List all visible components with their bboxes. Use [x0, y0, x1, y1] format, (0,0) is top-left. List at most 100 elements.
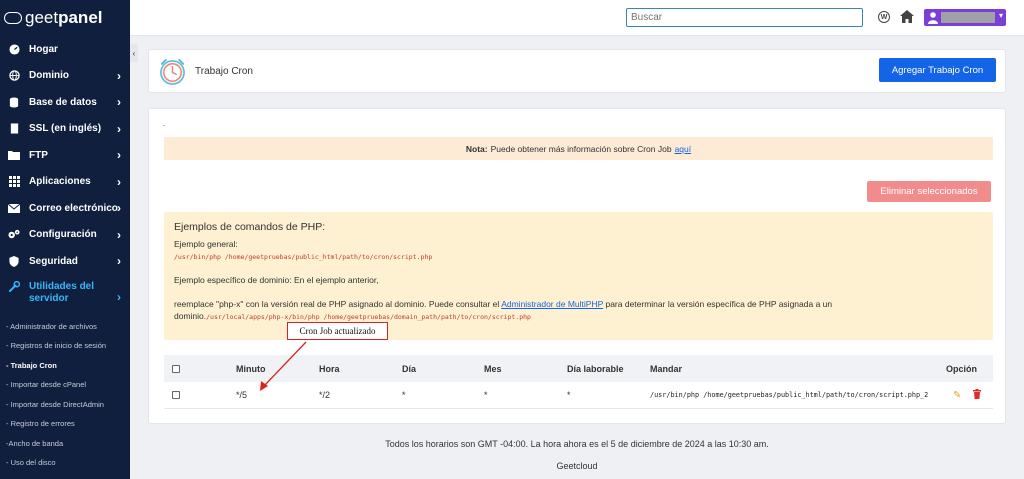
sidebar-subitem-uso-del-disco[interactable]: - Uso del disco: [6, 453, 130, 473]
sidebar-item-label: SSL (en inglés): [29, 123, 102, 135]
database-icon: [8, 97, 20, 108]
sidebar-item-configuracion[interactable]: Configuración ›: [0, 222, 130, 249]
sidebar-submenu: - Administrador de archivos - Registros …: [0, 317, 130, 473]
page-title: Trabajo Cron: [195, 66, 253, 77]
sidebar-item-ssl[interactable]: SSL (en inglés) ›: [0, 116, 130, 143]
sidebar-subitem-ancho-de-banda[interactable]: -Ancho de banda: [6, 434, 130, 454]
alarm-clock-icon: [158, 57, 187, 86]
chevron-right-icon: ›: [117, 174, 121, 189]
replace-text-1: reemplace "php-x" con la versión real de…: [174, 299, 500, 309]
timezone-footer: Todos los horarios son GMT -04:00. La ho…: [385, 439, 769, 449]
cell-day: *: [402, 390, 406, 400]
cell-hour: */2: [319, 390, 331, 400]
sidebar-subitem-importar-directadmin[interactable]: - Importar desde DirectAdmin: [6, 395, 130, 415]
home-icon[interactable]: [900, 10, 914, 24]
note-link[interactable]: aquí: [675, 144, 692, 154]
sidebar-item-label: Correo electrónico: [29, 202, 118, 214]
stray-dot: .: [163, 119, 166, 128]
chevron-right-icon: ›: [117, 121, 121, 136]
sidebar-item-label: Base de datos: [29, 96, 97, 108]
user-icon: [928, 11, 938, 24]
sidebar-item-label: Hogar: [29, 43, 58, 55]
info-note: Nota: Puede obtener más información sobr…: [164, 137, 993, 160]
replace-text-3: dominio.: [174, 311, 207, 321]
sidebar-item-aplicaciones[interactable]: Aplicaciones ›: [0, 169, 130, 196]
specific-example-code: /usr/local/apps/php-x/bin/php /home/geet…: [206, 313, 531, 321]
row-checkbox[interactable]: [172, 391, 180, 399]
sidebar-item-base-de-datos[interactable]: Base de datos ›: [0, 89, 130, 116]
delete-trash-icon[interactable]: [973, 389, 981, 401]
add-cron-job-button[interactable]: Agregar Trabajo Cron: [879, 58, 996, 82]
page-header-card: Trabajo Cron Agregar Trabajo Cron: [148, 49, 1006, 93]
replace-text-2: para determinar la versión específica de…: [605, 299, 833, 309]
examples-title: Ejemplos de comandos de PHP:: [174, 221, 326, 233]
sidebar-item-seguridad[interactable]: Seguridad ›: [0, 248, 130, 275]
delete-selected-button[interactable]: Eliminar seleccionados: [867, 181, 991, 202]
sidebar-subitem-importar-cpanel[interactable]: - Importar desde cPanel: [6, 375, 130, 395]
multiphp-link[interactable]: Administrador de MultiPHP: [501, 299, 603, 309]
sidebar-subitem-registros-de-inicio[interactable]: - Registros de inicio de sesión: [6, 336, 130, 356]
sidebar-collapse-toggle[interactable]: ‹: [130, 44, 138, 62]
chevron-right-icon: ›: [117, 227, 121, 242]
sidebar-item-label: Seguridad: [29, 255, 78, 267]
brand-name-light: geet: [25, 8, 59, 27]
sidebar-subitem-trabajo-cron[interactable]: - Trabajo Cron: [6, 356, 130, 376]
column-header-hora: Hora: [319, 363, 340, 374]
sidebar-item-label: Dominio: [29, 70, 69, 82]
brand-name-bold: panel: [58, 8, 103, 27]
annotation-callout: Cron Job actualizado: [287, 322, 388, 340]
annotation-arrow: [260, 341, 307, 391]
general-example-label: Ejemplo general:: [174, 239, 238, 249]
wrench-icon: [8, 281, 20, 292]
column-header-mandar: Mandar: [650, 363, 683, 374]
sidebar-item-label: Configuración: [29, 229, 97, 241]
chevron-right-icon: ›: [117, 289, 121, 304]
chevron-left-icon: ‹: [132, 48, 136, 58]
sidebar-item-correo[interactable]: Correo electrónico ›: [0, 195, 130, 222]
sidebar-item-ftp[interactable]: FTP ›: [0, 142, 130, 169]
chevron-right-icon: ›: [117, 148, 121, 163]
top-bar: W ▾: [130, 0, 1024, 36]
gears-icon: [8, 230, 20, 240]
select-all-checkbox[interactable]: [172, 364, 180, 373]
general-example-code: /usr/bin/php /home/geetpruebas/public_ht…: [174, 253, 433, 261]
edit-pencil-icon[interactable]: ✎: [953, 390, 961, 401]
folder-icon: [8, 150, 20, 161]
chevron-right-icon: ›: [117, 68, 121, 83]
grid-icon: [8, 176, 20, 188]
sidebar-item-label: FTP: [29, 149, 48, 161]
cell-command: /usr/bin/php /home/geetpruebas/public_ht…: [650, 391, 929, 399]
wordpress-icon[interactable]: W: [878, 11, 890, 23]
sidebar: geet panel Hogar Dominio › Base de datos …: [0, 0, 130, 479]
specific-example-text: Ejemplo específico de dominio: En el eje…: [174, 275, 379, 285]
chevron-right-icon: ›: [117, 95, 121, 110]
file-icon: [8, 123, 20, 134]
php-examples-panel: Ejemplos de comandos de PHP: Ejemplo gen…: [164, 212, 993, 340]
sidebar-item-dominio[interactable]: Dominio ›: [0, 63, 130, 90]
column-header-dia: Día: [402, 363, 417, 374]
column-header-mes: Mes: [484, 363, 502, 374]
sidebar-item-utilidades-del-servidor[interactable]: Utilidades del servidor ›: [0, 275, 130, 317]
sidebar-subitem-administrador-de-archivos[interactable]: - Administrador de archivos: [6, 317, 130, 337]
cell-weekday: *: [567, 390, 571, 400]
sidebar-subitem-registro-de-errores[interactable]: - Registro de errores: [6, 414, 130, 434]
note-label: Nota:: [465, 143, 488, 154]
brand-logo[interactable]: geet panel: [0, 0, 130, 36]
chevron-right-icon: ›: [117, 201, 121, 216]
shield-icon: [8, 255, 20, 267]
sidebar-item-label: Utilidades del servidor: [29, 280, 95, 304]
note-text: Puede obtener más información sobre Cron…: [490, 143, 672, 154]
cloud-logo-icon: [4, 12, 22, 24]
chevron-right-icon: ›: [117, 254, 121, 269]
cell-month: *: [484, 390, 488, 400]
replace-instructions: reemplace "php-x" con la versión real de…: [174, 299, 983, 309]
cell-minute: */5: [236, 390, 248, 400]
sidebar-item-hogar[interactable]: Hogar: [0, 36, 130, 63]
company-footer: Geetcloud: [556, 461, 598, 471]
search-input[interactable]: [626, 8, 863, 27]
column-header-opcion: Opción: [946, 363, 977, 374]
user-menu-button[interactable]: ▾: [924, 9, 1006, 26]
envelope-icon: [8, 203, 20, 213]
dashboard-icon: [8, 44, 20, 55]
column-header-dia-laborable: Día laborable: [567, 363, 624, 374]
